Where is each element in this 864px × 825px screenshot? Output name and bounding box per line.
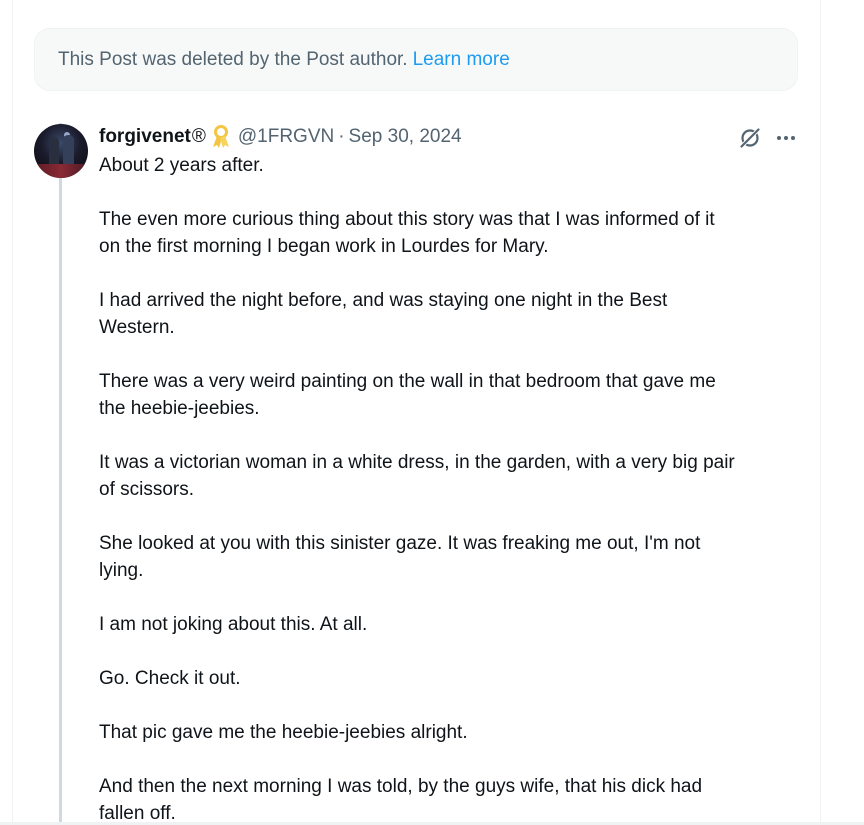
page: This Post was deleted by the Post author… <box>0 0 864 825</box>
yellow-ribbon-icon <box>212 125 229 148</box>
post-body: About 2 years after. The even more curio… <box>99 152 799 825</box>
user-handle[interactable]: @1FRGVN <box>238 126 334 148</box>
post-timestamp[interactable]: Sep 30, 2024 <box>349 126 462 148</box>
post-paragraph: About 2 years after. <box>99 155 264 176</box>
post-paragraph: That pic gave me the heebie-jeebies alri… <box>99 722 468 743</box>
avatar[interactable] <box>34 124 88 178</box>
post-paragraph: It was a victorian woman in a white dres… <box>99 452 735 500</box>
header-separator: · <box>338 126 345 147</box>
thread-connector-line <box>59 107 62 825</box>
post-paragraph: The even more curious thing about this s… <box>99 209 715 257</box>
post-paragraph: Go. Check it out. <box>99 668 241 689</box>
registered-mark: ® <box>191 126 206 147</box>
post-paragraph: She looked at you with this sinister gaz… <box>99 533 701 581</box>
post-paragraph: I had arrived the night before, and was … <box>99 290 668 338</box>
display-name[interactable]: forgivenet <box>99 126 191 148</box>
grok-icon[interactable] <box>738 126 762 150</box>
column-border-left <box>12 0 13 825</box>
deleted-post-notice: This Post was deleted by the Post author… <box>34 28 798 91</box>
post-header: forgivenet ® @1FRGVN · Sep 30, 2024 <box>99 124 462 150</box>
post-paragraph: And then the next morning I was told, by… <box>99 776 703 824</box>
deleted-notice-text: This Post was deleted by the Post author… <box>58 48 408 70</box>
learn-more-link[interactable]: Learn more <box>413 49 510 71</box>
post-paragraph: There was a very weird painting on the w… <box>99 371 716 419</box>
post-paragraph: I am not joking about this. At all. <box>99 614 368 635</box>
more-options-icon[interactable] <box>774 126 798 150</box>
thread-connector-gap <box>59 107 62 123</box>
right-sidebar-edge <box>821 0 864 825</box>
